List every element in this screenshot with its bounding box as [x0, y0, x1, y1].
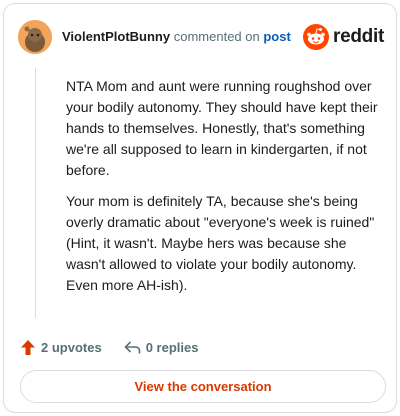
comment-header: ViolentPlotBunny commented on post reddi… — [18, 20, 384, 54]
commented-on-text: commented on — [173, 29, 260, 44]
reddit-wordmark: reddit — [333, 26, 384, 47]
comment-actions: 2 upvotes 0 replies — [20, 337, 198, 357]
view-conversation-button[interactable]: View the conversation — [20, 370, 386, 403]
comment-paragraph: Your mom is definitely TA, because she's… — [66, 193, 375, 293]
upvote-arrow-icon — [21, 339, 35, 355]
comment-paragraph: NTA Mom and aunt were running roughshod … — [66, 78, 378, 178]
reply-count: 0 replies — [145, 339, 199, 355]
username-link[interactable]: ViolentPlotBunny — [62, 29, 170, 44]
thread-line — [35, 68, 36, 318]
comment-byline: ViolentPlotBunny commented on post — [62, 29, 291, 45]
comment-body: NTA Mom and aunt were running roughshod … — [66, 76, 386, 306]
avatar[interactable] — [18, 20, 52, 54]
reply-arrow-icon — [124, 340, 140, 353]
upvote-count: 2 upvotes — [41, 339, 102, 355]
embedded-comment-card: ViolentPlotBunny commented on post reddi… — [3, 3, 397, 413]
upvote-button[interactable]: 2 upvotes — [20, 339, 102, 356]
post-link[interactable]: post — [263, 29, 290, 44]
replies-button[interactable]: 0 replies — [124, 339, 199, 355]
reddit-logo[interactable]: reddit — [303, 23, 384, 51]
reddit-snoo-icon — [303, 24, 330, 50]
